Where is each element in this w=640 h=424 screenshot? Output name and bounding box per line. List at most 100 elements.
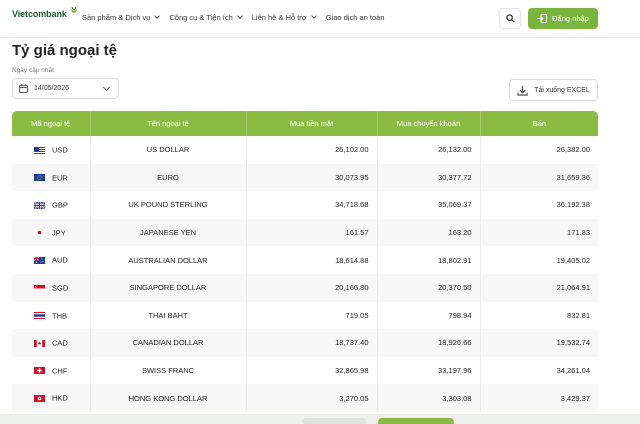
exchange-rate-table: Mã ngoại tệ Tên ngoại tệ Mua tiền mặt Mu… — [12, 111, 598, 412]
chevron-down-icon — [154, 13, 161, 19]
nav-products-label: Sản phẩm & Dịch vụ — [82, 13, 151, 22]
cell-sell: 832.81 — [480, 301, 598, 330]
cell-currency-code: CAD — [12, 329, 91, 357]
cell-cash-buy: 3,270.05 — [246, 384, 378, 412]
cell-cash-buy: 18,614.88 — [246, 246, 378, 274]
table-row: USD US DOLLAR 26,102.00 26,132.00 26,382.00 — [12, 136, 598, 164]
cell-sell: 21,064.91 — [480, 273, 598, 302]
currency-code-text: HKD — [52, 393, 68, 403]
currency-code-text: JPY — [52, 228, 66, 238]
flag-us-icon — [34, 146, 45, 154]
col-header-name: Tên ngoại tệ — [90, 111, 247, 136]
nav-safe-label: Giao dịch an toàn — [325, 13, 385, 22]
nav-tools[interactable]: Công cụ & Tiện ích — [169, 13, 243, 22]
nav-safe-transactions[interactable]: Giao dịch an toàn — [326, 13, 385, 22]
vietcombank-logo[interactable]: Vietcombank — [12, 6, 80, 19]
table-row: EUR EURO 30,073.95 30,377.72 31,659.36 — [12, 163, 598, 192]
cell-transfer-buy: 18,802.91 — [377, 246, 481, 274]
currency-code-text: CHF — [52, 366, 68, 376]
currency-code-text: GBP — [52, 200, 68, 210]
col-header-cash-buy: Mua tiền mặt — [246, 111, 378, 136]
cell-sell: 36,192.38 — [480, 191, 598, 219]
main-nav: Sản phẩm & Dịch vụ Công cụ & Tiện ích Li… — [82, 13, 395, 22]
table-header-row: Mã ngoại tệ Tên ngoại tệ Mua tiền mặt Mu… — [12, 111, 598, 136]
cell-currency-name: UK POUND STERLING — [90, 191, 247, 219]
cell-currency-name: THAI BAHT — [90, 301, 247, 330]
currency-code-text: EUR — [52, 173, 68, 183]
table-row: THB THAI BAHT 719.05 798.94 832.81 — [12, 301, 598, 330]
cell-cash-buy: 719.05 — [246, 301, 378, 330]
login-label: Đăng nhập — [552, 14, 589, 23]
flag-jp-icon — [34, 229, 45, 237]
bottom-secondary-button[interactable] — [302, 418, 366, 424]
cell-transfer-buy: 35,069.37 — [377, 191, 481, 219]
col-header-sell: Bán — [480, 111, 598, 136]
login-button[interactable]: Đăng nhập — [528, 8, 598, 29]
chevron-down-icon — [310, 13, 317, 19]
cell-currency-code: SGD — [12, 273, 91, 302]
cell-currency-code: JPY — [12, 218, 91, 247]
cell-cash-buy: 26,102.00 — [246, 136, 378, 164]
cell-currency-name: AUSTRALIAN DOLLAR — [90, 246, 247, 274]
cell-transfer-buy: 163.20 — [377, 218, 481, 247]
cell-transfer-buy: 26,132.00 — [377, 136, 481, 164]
cell-currency-name: HONG KONG DOLLAR — [90, 384, 247, 412]
table-row: GBP UK POUND STERLING 34,718.68 35,069.37 36… — [12, 191, 598, 219]
cell-sell: 171.83 — [480, 218, 598, 247]
cell-currency-code: CHF — [12, 356, 91, 385]
date-picker[interactable]: 14/05/2026 — [12, 78, 119, 99]
cell-cash-buy: 32,865.98 — [246, 356, 378, 385]
table-row: CHF SWISS FRANC 32,865.98 33,197.96 34,261.0… — [12, 356, 598, 385]
cell-sell: 19,405.02 — [480, 246, 598, 274]
page-title: Tỷ giá ngoại tệ — [12, 42, 118, 59]
date-value: 14/05/2026 — [34, 85, 70, 92]
site-header: Vietcombank Sản phẩm & Dịch vụ Công cụ &… — [0, 0, 640, 38]
calendar-icon — [19, 84, 28, 93]
cell-sell: 34,261.04 — [480, 356, 598, 385]
nav-products[interactable]: Sản phẩm & Dịch vụ — [82, 13, 161, 22]
nav-tools-label: Công cụ & Tiện ích — [169, 13, 233, 22]
currency-code-text: SGD — [52, 283, 69, 293]
download-excel-button[interactable]: Tải xuống EXCEL — [509, 79, 598, 101]
search-button[interactable] — [499, 8, 521, 29]
cell-currency-name: SWISS FRANC — [90, 356, 247, 385]
table-row: AUD AUSTRALIAN DOLLAR 18,614.88 18,802.91 19… — [12, 246, 598, 274]
cell-currency-code: HKD — [12, 384, 91, 412]
table-row: JPY JAPANESE YEN 161.57 163.20 171.83 — [12, 218, 598, 247]
currency-code-text: USD — [52, 145, 68, 155]
cell-currency-code: THB — [12, 301, 91, 330]
login-icon — [537, 14, 548, 23]
flag-th-icon — [34, 312, 45, 320]
chevron-down-icon — [236, 13, 243, 19]
logo-leaf-icon — [69, 6, 78, 13]
cell-cash-buy: 30,073.95 — [246, 163, 378, 192]
cell-transfer-buy: 33,197.96 — [377, 356, 481, 385]
currency-code-text: THB — [52, 311, 67, 321]
flag-eu-icon — [34, 174, 45, 182]
exchange-rate-page: Vietcombank Sản phẩm & Dịch vụ Công cụ &… — [0, 0, 640, 424]
currency-code-text: CAD — [52, 338, 68, 348]
table-row: HKD HONG KONG DOLLAR 3,270.05 3,303.08 3,429… — [12, 384, 598, 412]
flag-ca-icon — [34, 339, 45, 347]
cell-sell: 26,382.00 — [480, 136, 598, 164]
cell-transfer-buy: 18,926.66 — [377, 329, 481, 357]
cell-cash-buy: 34,718.68 — [246, 191, 378, 219]
flag-ch-icon — [34, 367, 45, 375]
table-row: CAD CANADIAN DOLLAR 18,737.40 18,926.66 19,5… — [12, 329, 598, 357]
nav-contact-label: Liên hệ & Hỗ trợ — [251, 13, 307, 22]
cell-cash-buy: 161.57 — [246, 218, 378, 247]
bottom-primary-button[interactable] — [378, 418, 454, 424]
cell-currency-code: EUR — [12, 163, 91, 192]
cell-transfer-buy: 798.94 — [377, 301, 481, 330]
cell-currency-code: USD — [12, 136, 91, 164]
cell-currency-name: JAPANESE YEN — [90, 218, 247, 247]
chevron-down-icon — [102, 83, 111, 92]
cell-sell: 3,429.37 — [480, 384, 598, 412]
flag-sg-icon — [34, 284, 45, 292]
col-header-code: Mã ngoại tệ — [12, 111, 91, 136]
cell-currency-code: GBP — [12, 191, 91, 219]
flag-hk-icon — [34, 394, 45, 402]
cell-currency-name: CANADIAN DOLLAR — [90, 329, 247, 357]
col-header-transfer-buy: Mua chuyển khoản — [377, 111, 481, 136]
nav-contact[interactable]: Liên hệ & Hỗ trợ — [251, 13, 317, 22]
